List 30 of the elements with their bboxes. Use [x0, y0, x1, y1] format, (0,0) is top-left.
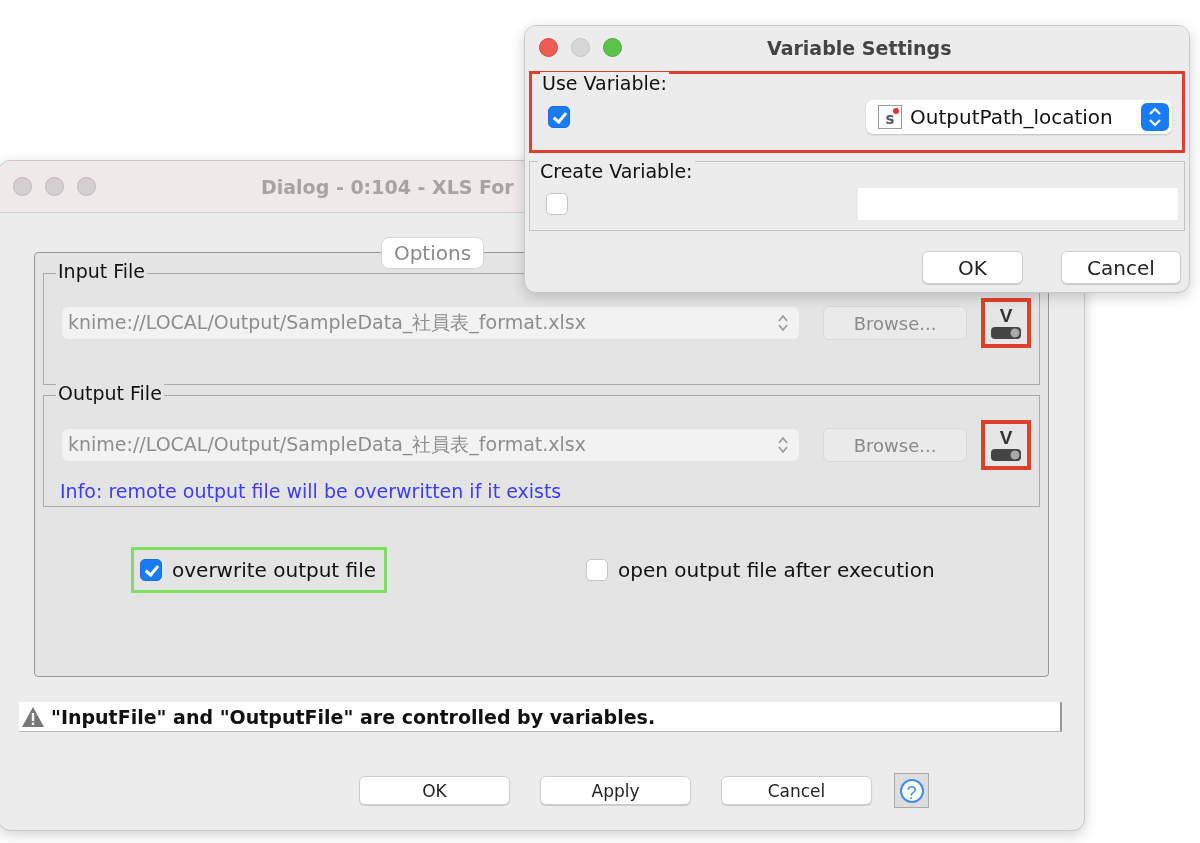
updown-arrows-icon [777, 313, 790, 333]
checkbox[interactable] [586, 559, 609, 581]
toggle-icon [991, 327, 1021, 339]
dialog-button[interactable]: Cancel [721, 776, 872, 805]
window-title: Variable Settings [767, 36, 952, 59]
string-type-icon: s [878, 105, 902, 129]
zoom-button[interactable] [603, 38, 622, 57]
dialog-button[interactable]: OK [359, 776, 510, 805]
close-button[interactable] [13, 177, 32, 196]
minimize-button[interactable] [571, 38, 590, 57]
updown-arrows-icon [777, 435, 790, 455]
close-button[interactable] [539, 38, 558, 57]
checkbox[interactable] [548, 106, 570, 128]
dialog-button[interactable]: Cancel [1061, 251, 1181, 284]
updown-arrows-icon [1141, 103, 1169, 131]
group-label: Output File [56, 382, 164, 404]
tab[interactable]: Options [380, 237, 485, 269]
checkbox[interactable] [546, 193, 568, 215]
zoom-button[interactable] [77, 177, 96, 196]
window-title: Dialog - 0:104 - XLS For [261, 175, 514, 198]
minimize-button[interactable] [45, 177, 64, 196]
dialog-button[interactable]: Apply [540, 776, 691, 805]
checkbox[interactable] [140, 559, 162, 581]
info-text: Info: remote output file will be overwritten if it exists [60, 480, 563, 502]
warning-text: "InputFile" and "OutputFile" are controlled by variables. [51, 705, 656, 728]
group-label: Input File [56, 260, 148, 282]
variable-select[interactable]: s OutputPath_location [866, 100, 1172, 134]
dialog-button[interactable]: OK [922, 251, 1023, 284]
toggle-icon [991, 449, 1021, 461]
checkbox-label[interactable]: open output file after execution [618, 558, 935, 582]
